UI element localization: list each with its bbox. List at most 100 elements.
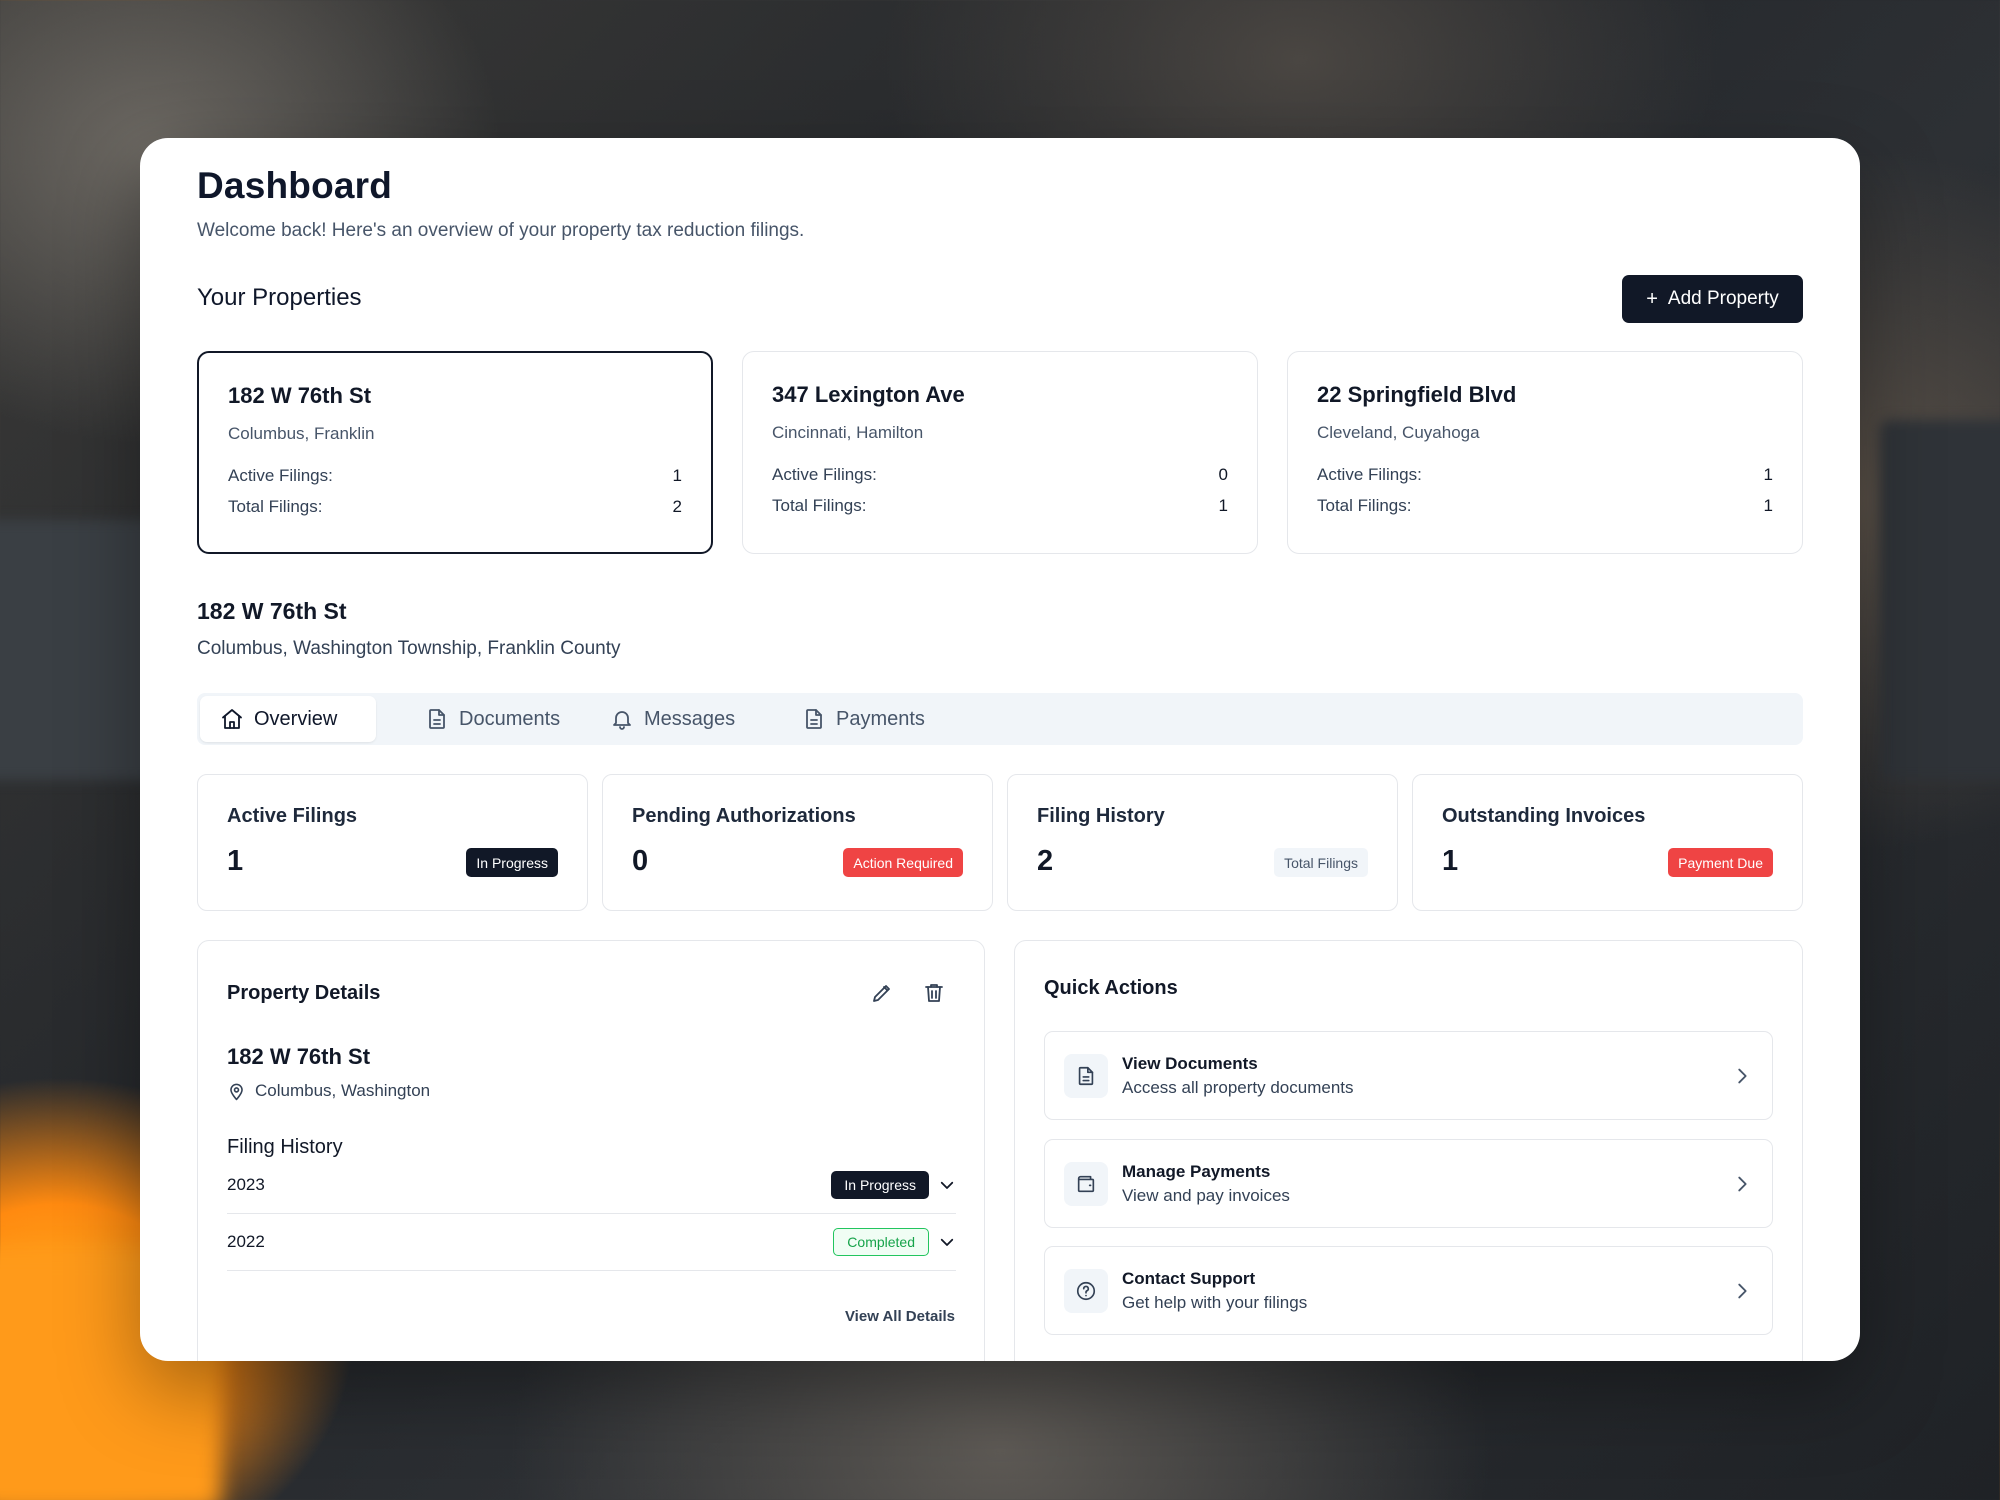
quick-action-name: View Documents [1122,1054,1258,1073]
chevron-down-icon[interactable] [938,1176,956,1194]
quick-action-name: Contact Support [1122,1269,1256,1288]
status-badge: Total Filings [1274,848,1368,877]
chevron-right-icon [1738,1283,1747,1299]
background-block [0,520,160,780]
wallet-icon [1077,1175,1095,1193]
add-property-button[interactable]: + Add Property [1622,275,1803,323]
total-filings-label: Total Filings: [228,497,323,516]
stat-value: 0 [632,845,649,877]
document-icon [806,709,822,729]
bell-icon [613,711,631,730]
tab-documents[interactable]: Documents [405,696,580,742]
total-filings-row: Total Filings: 2 [228,497,682,517]
selected-property-location: Columbus, Washington Township, Franklin … [197,638,621,659]
status-badge: Payment Due [1668,848,1773,877]
quick-action-contact-support[interactable]: Contact Support Get help with your filin… [1044,1246,1773,1335]
background-block [1880,420,2000,780]
status-badge: Action Required [843,848,963,877]
quick-action-description: View and pay invoices [1122,1186,1290,1205]
chevron-right-icon [1738,1176,1747,1192]
total-filings-label: Total Filings: [1317,496,1412,515]
active-filings-label: Active Filings: [772,465,877,484]
quick-action-name: Manage Payments [1122,1162,1271,1181]
stat-card-active-filings: Active Filings 1 In Progress [197,774,588,911]
selected-property-address: 182 W 76th St [197,598,347,624]
stat-title: Filing History [1037,805,1165,827]
document-icon [429,709,445,729]
property-details-panel: Property Details 182 W 76th St Columbus,… [197,940,985,1361]
filing-history-row[interactable]: 2023 In Progress [227,1157,956,1214]
total-filings-label: Total Filings: [772,496,867,515]
stat-card-pending-authorizations: Pending Authorizations 0 Action Required [602,774,993,911]
active-filings-row: Active Filings: 0 [772,465,1228,485]
property-details-address: 182 W 76th St [227,1044,371,1069]
page-title: Dashboard [197,165,393,206]
help-circle-icon [1076,1281,1096,1301]
tab-label: Documents [459,707,561,730]
quick-action-icon-box [1064,1269,1108,1313]
pencil-icon [873,985,890,1002]
active-filings-label: Active Filings: [228,466,333,485]
plus-icon: + [1646,288,1658,310]
property-card[interactable]: 347 Lexington Ave Cincinnati, Hamilton A… [742,351,1258,554]
filing-history-row[interactable]: 2022 Completed [227,1214,956,1271]
your-properties-heading: Your Properties [197,284,362,311]
quick-action-manage-payments[interactable]: Manage Payments View and pay invoices [1044,1139,1773,1228]
property-card-address: 347 Lexington Ave [772,382,965,407]
active-filings-row: Active Filings: 1 [1317,465,1773,485]
stat-value: 2 [1037,845,1054,877]
home-icon [222,709,242,729]
page-subtitle: Welcome back! Here's an overview of your… [197,220,805,241]
filing-year: 2023 [227,1175,265,1194]
quick-action-description: Access all property documents [1122,1078,1354,1097]
property-card-location: Columbus, Franklin [228,424,375,443]
total-filings-value: 1 [1218,496,1228,515]
stat-title: Outstanding Invoices [1442,805,1646,827]
quick-actions-panel: Quick Actions View Documents Access all … [1014,940,1803,1361]
filing-year: 2022 [227,1232,265,1251]
status-badge: In Progress [466,848,558,877]
chevron-right-icon [1738,1068,1747,1084]
property-card-address: 22 Springfield Blvd [1317,382,1517,407]
quick-action-view-documents[interactable]: View Documents Access all property docum… [1044,1031,1773,1120]
quick-action-description: Get help with your filings [1122,1293,1308,1312]
edit-property-button[interactable] [866,977,898,1009]
total-filings-row: Total Filings: 1 [1317,496,1773,516]
active-filings-value: 0 [1218,465,1228,484]
property-card[interactable]: 182 W 76th St Columbus, Franklin Active … [197,351,713,554]
total-filings-value: 2 [672,497,682,516]
property-card-address: 182 W 76th St [228,383,372,408]
total-filings-value: 1 [1763,496,1773,515]
delete-property-button[interactable] [918,977,950,1009]
property-card[interactable]: 22 Springfield Blvd Cleveland, Cuyahoga … [1287,351,1803,554]
chevron-down-icon[interactable] [938,1233,956,1251]
active-filings-row: Active Filings: 1 [228,466,682,486]
property-card-location: Cleveland, Cuyahoga [1317,423,1480,442]
active-filings-value: 1 [1763,465,1773,484]
tab-messages[interactable]: Messages [590,696,755,742]
stat-value: 1 [227,845,244,877]
view-all-details-link[interactable]: View All Details [845,1308,955,1325]
trash-icon [925,984,943,1002]
stat-card-outstanding-invoices: Outstanding Invoices 1 Payment Due [1412,774,1803,911]
document-icon [1078,1066,1094,1086]
quick-action-icon-box [1064,1162,1108,1206]
stat-title: Active Filings [227,805,358,827]
filing-status-badge: Completed [833,1228,929,1256]
tab-label: Messages [644,707,736,730]
tab-label: Payments [836,707,925,730]
dashboard-window: Dashboard Welcome back! Here's an overvi… [140,138,1860,1361]
property-tabs: Overview Documents Messages Payments [197,693,1803,745]
map-pin-icon [230,1083,243,1100]
tab-payments[interactable]: Payments [782,696,945,742]
stat-title: Pending Authorizations [632,805,856,827]
tab-overview[interactable]: Overview [200,696,376,742]
filing-history-heading: Filing History [227,1136,343,1158]
filing-status-badge: In Progress [831,1171,929,1199]
active-filings-value: 1 [672,466,682,485]
tab-label: Overview [254,707,338,730]
location-text: Columbus, Washington [255,1081,431,1100]
add-property-label: Add Property [1667,288,1779,309]
quick-action-icon-box [1064,1054,1108,1098]
property-details-title: Property Details [227,982,381,1004]
